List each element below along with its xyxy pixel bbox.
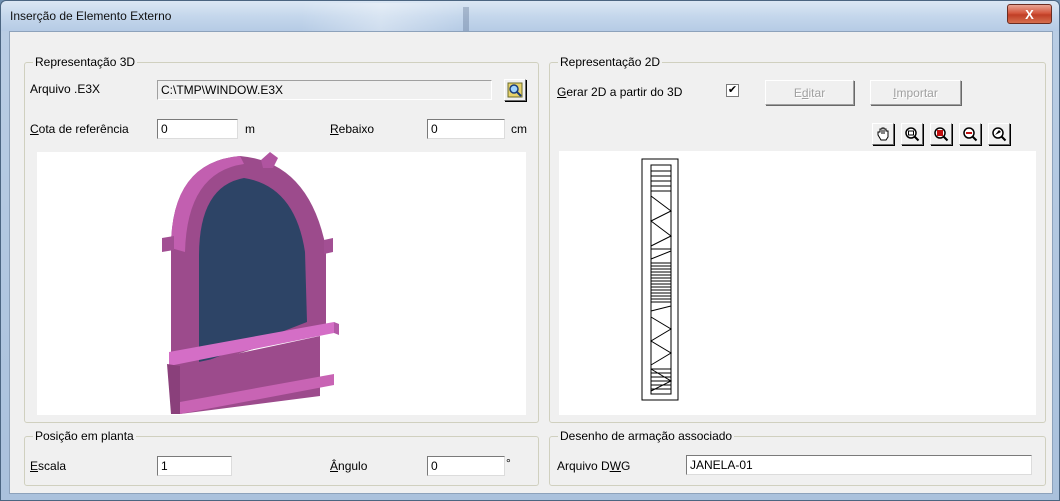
viewport-2d[interactable] bbox=[559, 151, 1036, 415]
dwg-file-input[interactable]: JANELA-01 bbox=[686, 455, 1032, 475]
group-2d-legend: Representação 2D bbox=[558, 55, 663, 69]
dialog-window: Inserção de Elemento Externo X Represent… bbox=[0, 0, 1060, 501]
cota-input[interactable]: 0 bbox=[157, 119, 238, 139]
drawing-legend: Desenho de armação associado bbox=[558, 429, 735, 443]
cota-label: Cota de referência bbox=[30, 122, 129, 136]
gerar-2d-checkbox[interactable]: ✔ bbox=[726, 84, 739, 97]
scale-label: Escala bbox=[30, 459, 67, 473]
window-title: Inserção de Elemento Externo bbox=[10, 9, 172, 23]
pan-button[interactable] bbox=[872, 123, 894, 145]
zoom-out-icon bbox=[963, 127, 978, 142]
browse-e3x-button[interactable] bbox=[504, 79, 526, 101]
zoom-previous-button[interactable] bbox=[988, 123, 1010, 145]
position-legend: Posição em planta bbox=[33, 429, 136, 443]
magnifier-browse-icon bbox=[507, 82, 523, 98]
pan-hand-icon bbox=[877, 127, 889, 141]
rebaixo-input[interactable]: 0 bbox=[427, 119, 505, 139]
dwg-file-label: Arquivo DWG bbox=[557, 459, 631, 473]
zoom-out-button[interactable] bbox=[959, 123, 981, 145]
title-bar[interactable]: Inserção de Elemento Externo X bbox=[1, 1, 1059, 31]
edit-button[interactable]: Ed itar bbox=[765, 80, 854, 105]
dialog-client-area: Representação 3D Arquivo .E3X C:\TMP\WIN… bbox=[9, 31, 1053, 494]
zoom-extents-icon bbox=[934, 127, 949, 142]
file-e3x-label: Arquivo .E3X bbox=[30, 82, 101, 96]
group-3d-legend: Representação 3D bbox=[33, 55, 138, 69]
zoom-previous-icon bbox=[992, 127, 1007, 142]
rebaixo-unit: cm bbox=[511, 122, 527, 136]
titlebar-reflection bbox=[301, 3, 461, 31]
viewport-3d[interactable] bbox=[37, 152, 526, 415]
angle-label: Ângulo bbox=[330, 459, 368, 473]
close-button[interactable]: X bbox=[1007, 4, 1052, 24]
zoom-window-icon bbox=[905, 127, 920, 142]
rebaixo-label: Rebaixo bbox=[330, 122, 375, 136]
window-2d-elevation bbox=[641, 158, 679, 401]
zoom-extents-button[interactable] bbox=[930, 123, 952, 145]
zoom-window-button[interactable] bbox=[901, 123, 923, 145]
import-button[interactable]: Importar bbox=[870, 80, 961, 105]
cota-unit: m bbox=[245, 122, 255, 136]
scale-input[interactable]: 1 bbox=[157, 456, 232, 476]
angle-input[interactable]: 0 bbox=[427, 456, 505, 476]
angle-unit: ° bbox=[506, 456, 511, 470]
file-e3x-field[interactable]: C:\TMP\WINDOW.E3X bbox=[157, 80, 492, 100]
window-3d-model bbox=[162, 152, 339, 414]
close-icon: X bbox=[1025, 6, 1034, 22]
gerar-2d-label: Gerar 2D a partir do 3D bbox=[557, 85, 683, 99]
titlebar-reflection-divider bbox=[463, 7, 469, 31]
